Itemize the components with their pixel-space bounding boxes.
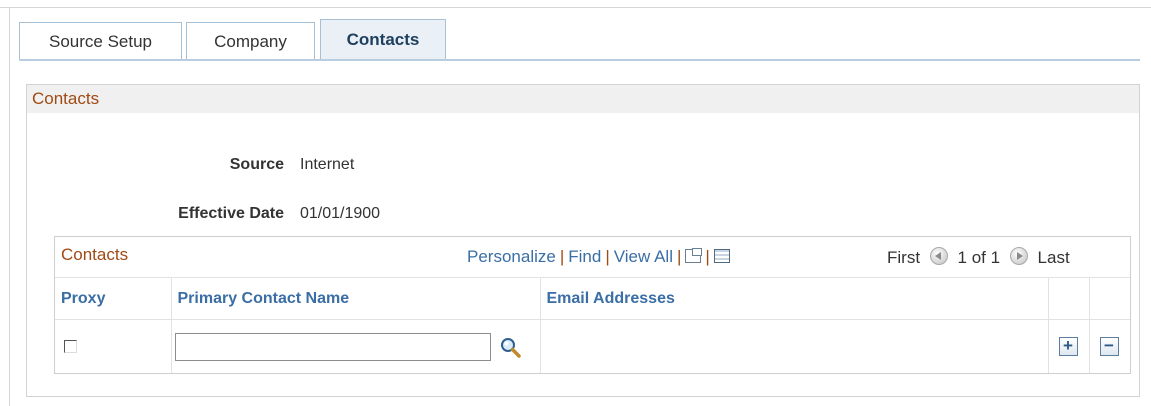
tab-contacts[interactable]: Contacts (320, 19, 446, 60)
next-row-icon[interactable] (1009, 247, 1028, 265)
column-header-delete (1089, 277, 1130, 320)
nav-separator: | (559, 247, 565, 266)
view-all-link[interactable]: View All (614, 247, 673, 266)
tab-underline (19, 59, 1140, 61)
source-label: Source (229, 156, 284, 173)
download-to-excel-icon[interactable] (713, 249, 730, 263)
lookup-search-icon[interactable] (499, 336, 521, 358)
tab-company[interactable]: Company (186, 22, 315, 60)
pager-range: 1 of 1 (957, 248, 1001, 267)
zoom-grid-icon[interactable] (685, 248, 703, 263)
find-link[interactable]: Find (568, 247, 601, 266)
nav-separator: | (676, 247, 682, 266)
grid-title: Contacts (61, 245, 129, 264)
tab-company-label: Company (214, 31, 287, 51)
effective-date-value: 01/01/1900 (300, 205, 381, 222)
grid-pager: First 1 of 1 Last (887, 247, 1070, 268)
delete-row-button[interactable]: − (1099, 337, 1119, 356)
tab-source-setup-label: Source Setup (48, 31, 152, 51)
table-row: + − (55, 319, 1130, 373)
contacts-grid: Contacts Personalize | Find | View All | | Fir… (54, 236, 1131, 374)
nav-separator: | (605, 247, 610, 266)
pager-last[interactable]: Last (1038, 248, 1070, 267)
page-frame-top (0, 7, 1151, 8)
primary-contact-name-input[interactable] (174, 332, 491, 361)
table-header-row: Proxy Primary Contact Name Email Address… (55, 277, 1130, 320)
contacts-table: Proxy Primary Contact Name Email Address… (55, 277, 1130, 373)
tab-contacts-label: Contacts (346, 30, 420, 49)
personalize-link[interactable]: Personalize (467, 247, 556, 266)
add-row-cell: + (1048, 319, 1090, 373)
email-addresses-cell (540, 319, 1049, 373)
previous-row-icon[interactable] (929, 247, 948, 265)
column-header-proxy[interactable]: Proxy (55, 277, 172, 320)
column-header-email-addresses[interactable]: Email Addresses (540, 277, 1049, 320)
page-frame-left (9, 7, 10, 406)
primary-contact-name-cell (171, 319, 541, 373)
section-title: Contacts (27, 85, 1139, 113)
tab-source-setup[interactable]: Source Setup (19, 22, 182, 60)
add-row-button[interactable]: + (1058, 337, 1078, 356)
effective-date-label: Effective Date (178, 205, 284, 222)
proxy-checkbox[interactable] (64, 339, 77, 353)
source-value: Internet (300, 156, 355, 173)
column-header-add (1048, 277, 1090, 320)
column-header-primary-contact-name[interactable]: Primary Contact Name (171, 277, 541, 320)
nav-separator: | (705, 247, 710, 266)
pager-first[interactable]: First (887, 248, 920, 267)
delete-row-cell: − (1089, 319, 1130, 373)
grid-toolbar: Personalize | Find | View All | | (467, 247, 730, 267)
proxy-cell (55, 319, 172, 373)
